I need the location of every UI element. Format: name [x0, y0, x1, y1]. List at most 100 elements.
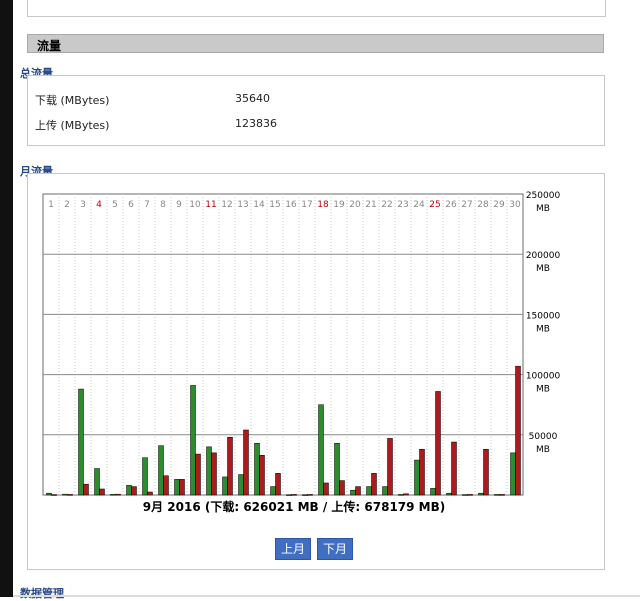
download-bar: [366, 486, 372, 496]
day-label: 22: [381, 200, 392, 210]
download-bar: [270, 486, 276, 496]
upload-bar: [99, 488, 105, 496]
y-tick-label: 50000: [529, 432, 558, 442]
day-label: 17: [301, 200, 312, 210]
download-bar: [398, 494, 404, 496]
next-month-button[interactable]: 下月: [317, 538, 353, 560]
day-label: 11: [205, 200, 216, 210]
upload-bar: [227, 436, 233, 496]
day-label: 3: [80, 200, 86, 210]
day-label: 29: [493, 200, 505, 210]
upload-bar: [323, 482, 329, 496]
y-tick-label: 200000: [526, 251, 561, 261]
download-bar: [510, 452, 516, 496]
day-label: 21: [365, 200, 376, 210]
day-label: 24: [413, 200, 425, 210]
chart-caption: 9月 2016 (下载: 626021 MB / 上传: 678179 MB): [143, 499, 446, 514]
download-bar: [494, 494, 500, 496]
day-label: 18: [317, 200, 329, 210]
upload-bar: [403, 493, 409, 496]
download-bar: [446, 492, 452, 496]
download-bar: [126, 485, 132, 496]
day-label: 12: [221, 200, 232, 210]
upload-bar: [515, 365, 521, 496]
download-bar: [414, 459, 420, 496]
download-bar: [174, 479, 180, 496]
y-tick-unit: MB: [536, 385, 550, 395]
upload-bar: [355, 486, 361, 496]
day-label: 2: [64, 200, 70, 210]
y-tick-label: 250000: [526, 191, 561, 201]
day-label: 10: [189, 200, 201, 210]
upload-bar: [483, 448, 489, 496]
y-tick-label: 150000: [526, 311, 561, 321]
download-bar: [78, 388, 84, 496]
upload-bar: [163, 475, 169, 496]
download-bar: [382, 486, 388, 496]
upload-bar: [307, 494, 313, 496]
day-label: 30: [509, 200, 521, 210]
monthly-traffic-chart: 1 2 3 4 5 6 7 8 9 10 11 12 13 14 15 16 17 18 19 20 21 22 23 24 2…: [42, 191, 561, 514]
day-label: 20: [349, 200, 361, 210]
y-tick-unit: MB: [536, 264, 550, 274]
upload-bar: [371, 473, 377, 496]
day-label: 6: [128, 200, 134, 210]
download-bar: [206, 446, 212, 496]
day-label: 8: [160, 200, 166, 210]
download-bar: [254, 442, 260, 496]
download-bar: [94, 468, 100, 496]
upload-bar: [83, 483, 89, 496]
y-tick-unit: MB: [536, 324, 550, 334]
download-bar: [430, 488, 436, 496]
download-bar: [462, 494, 468, 496]
day-label: 13: [237, 200, 248, 210]
download-bar: [318, 404, 324, 496]
upload-bar: [115, 493, 121, 496]
upload-bar: [435, 391, 441, 496]
download-bar: [350, 489, 356, 496]
y-tick-unit: MB: [536, 204, 550, 214]
upload-bar: [339, 480, 345, 496]
upload-bar: [499, 494, 505, 496]
download-bar: [46, 492, 52, 496]
day-label: 1: [48, 200, 54, 210]
y-tick-unit: MB: [536, 445, 550, 455]
upload-bar: [419, 448, 425, 496]
y-axis-labels: 250000 MB 200000 MB 150000 MB 100000 MB 50000 MB: [526, 191, 561, 455]
download-bar: [238, 474, 244, 496]
upload-bar: [179, 479, 185, 496]
day-label: 7: [144, 200, 150, 210]
upload-bar: [147, 491, 153, 496]
y-tick-label: 100000: [526, 372, 561, 382]
upload-bar: [467, 494, 473, 496]
day-label: 27: [461, 200, 472, 210]
upload-bar: [195, 453, 201, 496]
download-bar: [110, 494, 116, 496]
upload-bar: [451, 441, 457, 496]
day-label: 26: [445, 200, 457, 210]
prev-month-button[interactable]: 上月: [275, 538, 311, 560]
day-label: 16: [285, 200, 297, 210]
download-bar: [302, 494, 308, 496]
upload-bar: [259, 455, 265, 496]
day-label: 9: [176, 200, 182, 210]
upload-bar: [243, 429, 249, 496]
upload-bar: [131, 486, 137, 496]
day-label: 14: [253, 200, 265, 210]
download-bar: [286, 494, 292, 496]
upload-bar: [67, 494, 73, 496]
upload-bar: [51, 494, 57, 496]
upload-bar: [275, 473, 281, 496]
download-bar: [190, 385, 196, 496]
upload-bar: [291, 494, 297, 496]
day-label: 15: [269, 200, 280, 210]
upload-bar: [211, 452, 217, 496]
download-bar: [478, 492, 484, 496]
download-bar: [158, 445, 164, 496]
data-management-title: 数据管理: [20, 587, 64, 600]
download-bar: [62, 493, 68, 496]
day-label: 23: [397, 200, 408, 210]
download-bar: [334, 442, 340, 496]
upload-bar: [387, 438, 393, 496]
day-label: 28: [477, 200, 489, 210]
